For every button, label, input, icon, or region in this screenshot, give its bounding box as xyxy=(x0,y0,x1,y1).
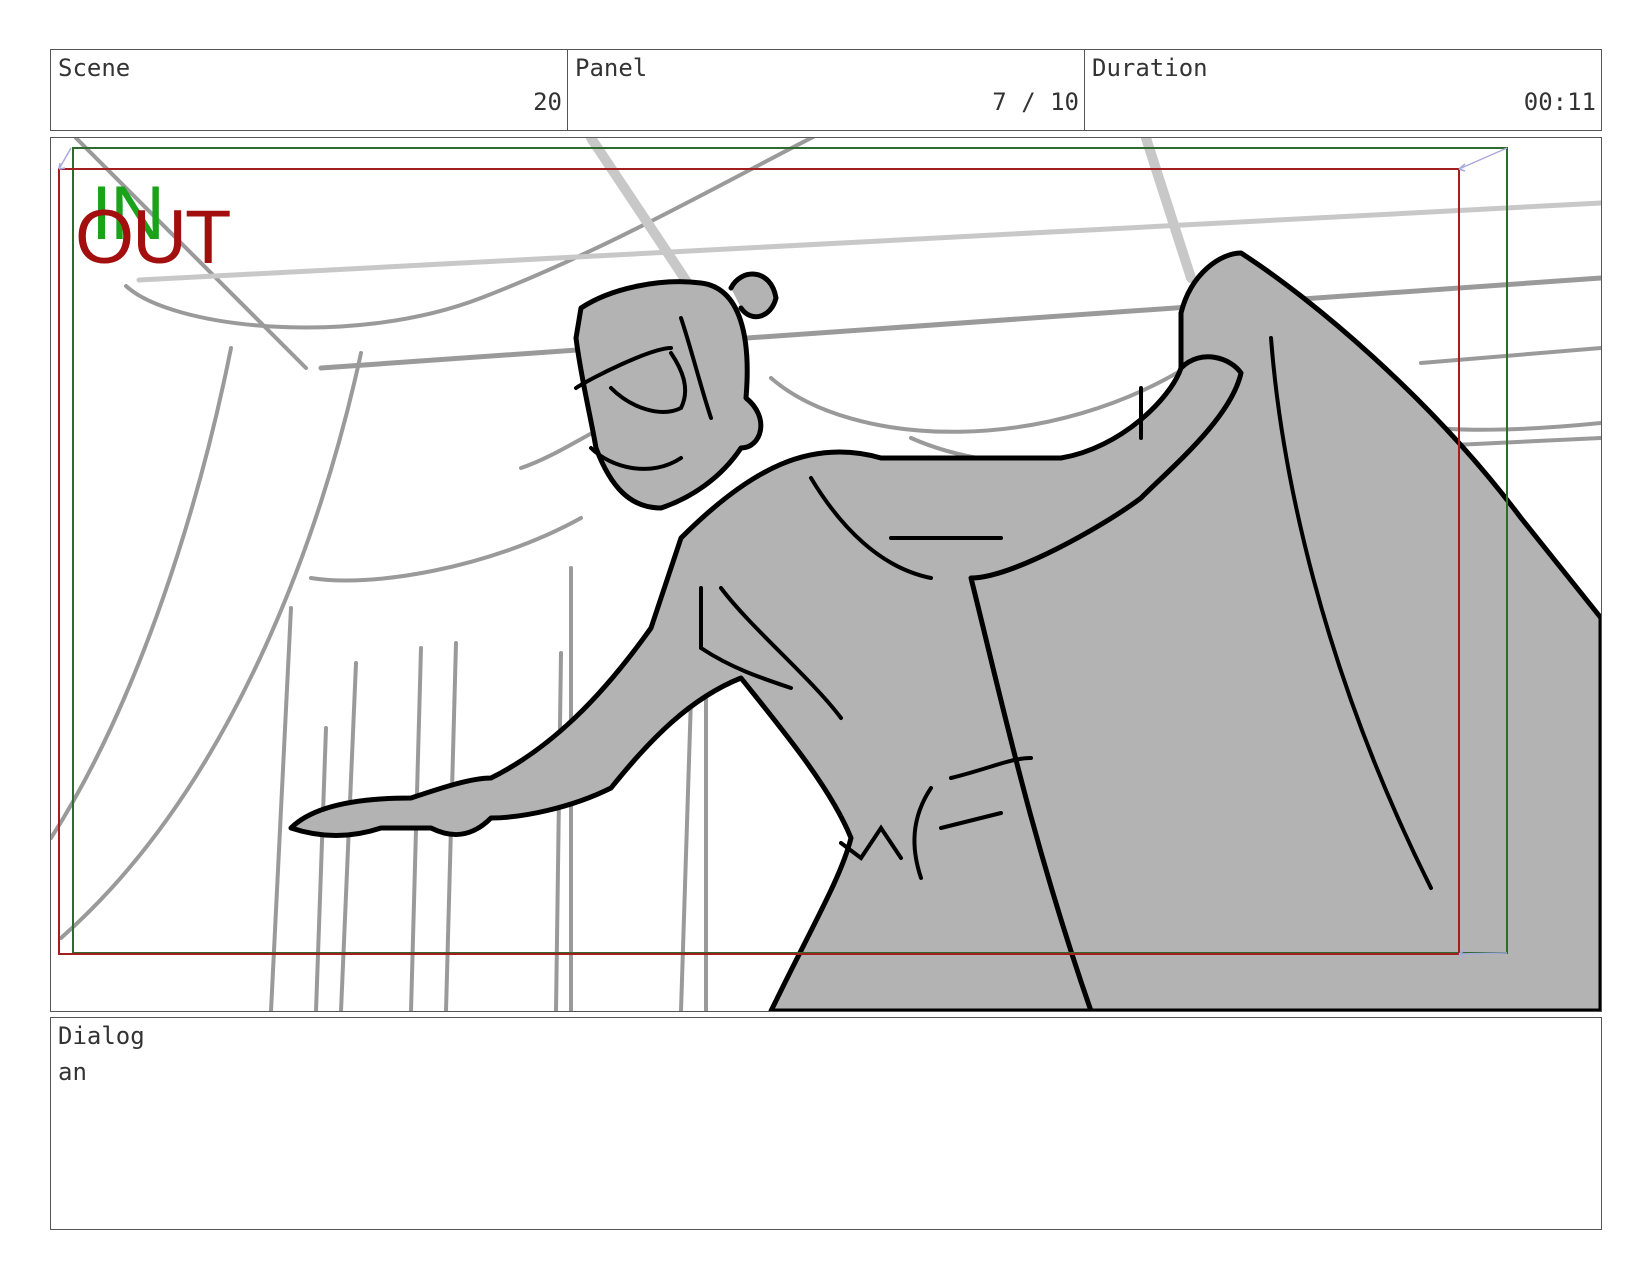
sketch-drawing xyxy=(51,138,1601,1011)
storyboard-header: Scene 20 Panel 7 / 10 Duration 00:11 xyxy=(50,49,1602,131)
scene-label: Scene xyxy=(58,54,131,82)
out-marker: OUT xyxy=(75,195,231,280)
panel-value: 7 / 10 xyxy=(992,88,1079,116)
dialog-label: Dialog xyxy=(58,1022,145,1050)
character-sketch xyxy=(288,250,1601,1011)
storyboard-frame: IN OUT xyxy=(50,137,1602,1012)
panel-cell: Panel 7 / 10 xyxy=(568,50,1085,130)
dialog-text: an xyxy=(58,1058,87,1086)
duration-cell: Duration 00:11 xyxy=(1085,50,1601,130)
background-beams xyxy=(586,138,1196,293)
scene-value: 20 xyxy=(533,88,562,116)
scene-cell: Scene 20 xyxy=(51,50,568,130)
dialog-box: Dialog an xyxy=(50,1017,1602,1230)
duration-value: 00:11 xyxy=(1523,88,1596,116)
duration-label: Duration xyxy=(1092,54,1208,82)
panel-label: Panel xyxy=(575,54,648,82)
